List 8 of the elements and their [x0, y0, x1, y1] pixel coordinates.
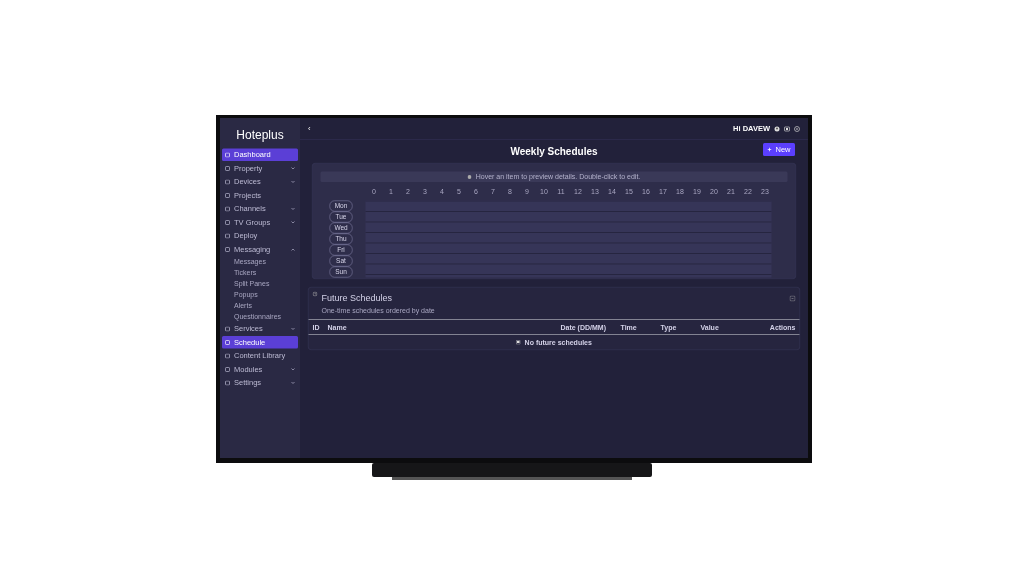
page-title: Weekly Schedules: [510, 145, 598, 159]
help-icon[interactable]: [794, 125, 800, 132]
inbox-icon: [516, 340, 521, 345]
screen-icon[interactable]: [784, 125, 790, 132]
logo: Hoteplus: [236, 127, 284, 144]
info-icon: [467, 174, 472, 179]
panel-title: Future Schedules: [321, 292, 394, 305]
avatar-icon[interactable]: [774, 125, 780, 132]
